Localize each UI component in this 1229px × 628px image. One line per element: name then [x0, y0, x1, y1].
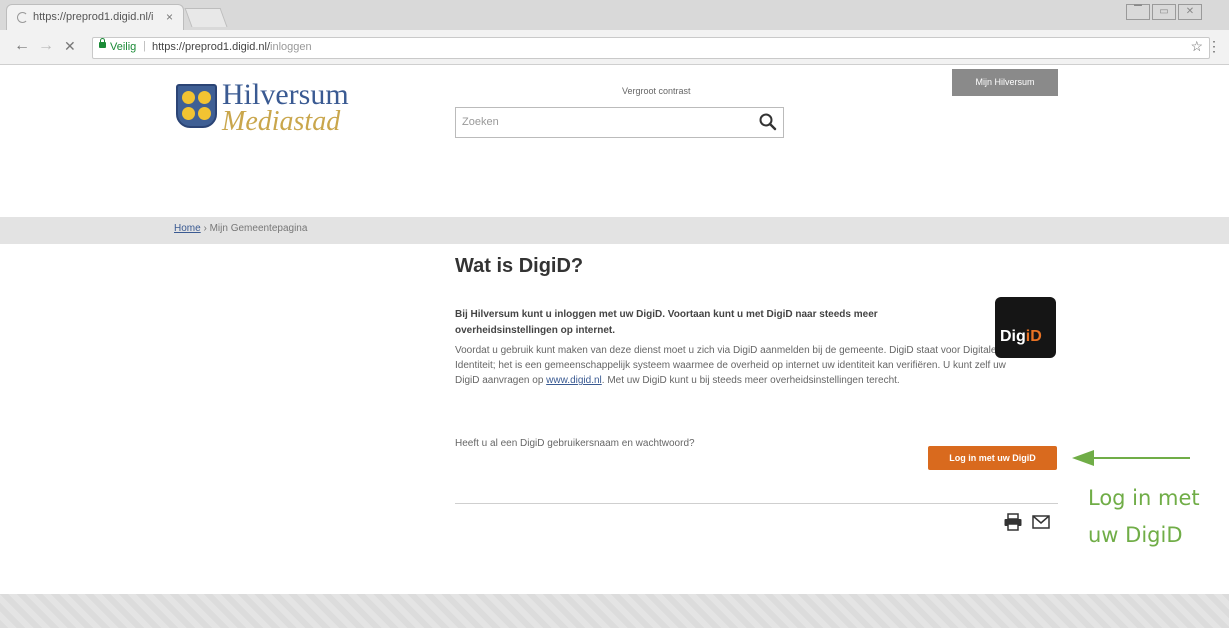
annotation-line-2: uw DigiD [1088, 523, 1183, 547]
search-input[interactable]: Zoeken [455, 107, 784, 138]
bookmark-star-icon[interactable]: ☆ [1190, 38, 1203, 55]
body-text-part2: . Met uw DigiD kunt u bij steeds meer ov… [601, 375, 900, 386]
address-bar[interactable]: Veilig | https://preprod1.digid.nl/inlog… [92, 37, 1210, 59]
url-main: https://preprod1.digid.nl/ [152, 41, 271, 53]
maximize-icon[interactable]: ▭ [1152, 4, 1176, 20]
minimize-icon[interactable]: ▔ [1126, 4, 1150, 20]
annotation-arrow-icon [1072, 450, 1190, 466]
tab-title: https://preprod1.digid.nl/i [33, 11, 154, 23]
browser-menu-icon[interactable]: ⋮ [1207, 38, 1221, 55]
contrast-link[interactable]: Vergroot contrast [622, 86, 691, 96]
page-footer [0, 594, 1229, 628]
annotation-line-1: Log in met [1088, 486, 1200, 510]
url-text: https://preprod1.digid.nl/inloggen [152, 41, 312, 53]
breadcrumb: Home › Mijn Gemeentepagina [174, 223, 307, 234]
loading-spinner-icon [17, 12, 28, 23]
intro-text: Bij Hilversum kunt u inloggen met uw Dig… [455, 309, 878, 336]
digid-logo-text: Dig [1000, 328, 1026, 345]
body-text: Voordat u gebruik kunt maken van deze di… [455, 343, 1025, 388]
search-icon[interactable] [757, 111, 779, 133]
email-icon[interactable] [1031, 513, 1051, 531]
window-close-icon[interactable]: ✕ [1178, 4, 1202, 20]
url-path: inloggen [270, 41, 312, 53]
digid-logo-text-orange: iD [1025, 328, 1042, 345]
new-tab-button[interactable] [184, 8, 228, 27]
digid-question: Heeft u al een DigiD gebruikersnaam en w… [455, 438, 695, 449]
address-separator: | [143, 40, 146, 52]
secure-label: Veilig [110, 41, 137, 53]
digid-logo: DigiD [995, 297, 1056, 358]
forward-icon[interactable]: → [38, 37, 54, 55]
breadcrumb-current: Mijn Gemeentepagina [209, 223, 308, 234]
page-title: Wat is DigiD? [455, 255, 584, 277]
back-icon[interactable]: ← [14, 37, 30, 55]
breadcrumb-home-link[interactable]: Home [174, 223, 201, 234]
browser-tab[interactable]: https://preprod1.digid.nl/i × [6, 4, 184, 31]
mijn-hilversum-button[interactable]: Mijn Hilversum [952, 69, 1058, 96]
stop-icon[interactable]: ✕ [64, 38, 76, 55]
print-icon[interactable] [1003, 513, 1023, 531]
hilversum-shield-icon[interactable] [176, 84, 217, 128]
search-placeholder: Zoeken [462, 116, 499, 128]
browser-tab-bar [0, 0, 1229, 30]
login-digid-button[interactable]: Log in met uw DigiD [928, 446, 1057, 470]
lock-icon [99, 38, 106, 48]
content-divider [455, 503, 1058, 504]
logo-subtitle[interactable]: Mediastad [222, 106, 340, 138]
annotation-label: Log in met uw DigiD [1088, 480, 1228, 554]
breadcrumb-separator: › [203, 223, 207, 234]
tab-close-icon[interactable]: × [166, 10, 173, 24]
digid-website-link[interactable]: www.digid.nl [546, 375, 602, 386]
